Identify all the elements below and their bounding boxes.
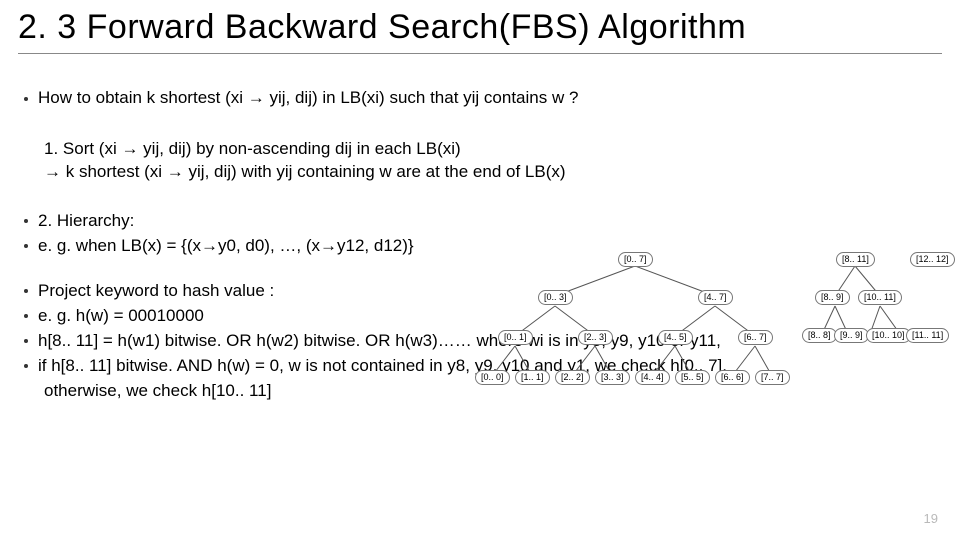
page-number: 19 <box>924 511 938 526</box>
lead-bullet: How to obtain k shortest (xi → yij, dij)… <box>24 88 942 108</box>
b4-text: e. g. h(w) = 00010000 <box>38 306 204 325</box>
bullet-icon <box>24 97 28 101</box>
paragraph-sort: 1. Sort (xi → yij, dij) by non-ascending… <box>44 138 942 184</box>
bullet-icon <box>24 314 28 318</box>
slide: 2. 3 Forward Backward Search(FBS) Algori… <box>0 0 960 540</box>
bullet-icon <box>24 289 28 293</box>
b2-text: e. g. when LB(x) = {(x→y0, d0), …, (x→y1… <box>38 236 414 255</box>
bullet-icon <box>24 339 28 343</box>
bullet-hw: e. g. h(w) = 00010000 <box>24 305 942 328</box>
slide-title: 2. 3 Forward Backward Search(FBS) Algori… <box>18 8 942 47</box>
bullet-h811: h[8.. 11] = h(w1) bitwise. OR h(w2) bitw… <box>24 330 942 353</box>
para1-line1: 1. Sort (xi → yij, dij) by non-ascending… <box>44 138 942 161</box>
bullet-otherwise: otherwise, we check h[10.. 11] <box>44 380 942 403</box>
bullet-icon <box>24 219 28 223</box>
group-hierarchy: 2. Hierarchy: e. g. when LB(x) = {(x→y0,… <box>18 210 942 258</box>
bullet-icon <box>24 364 28 368</box>
b1-text: 2. Hierarchy: <box>38 211 134 230</box>
group-hash: Project keyword to hash value : e. g. h(… <box>18 280 942 403</box>
b6-text: if h[8.. 11] bitwise. AND h(w) = 0, w is… <box>38 356 727 375</box>
b5-text: h[8.. 11] = h(w1) bitwise. OR h(w2) bitw… <box>38 331 721 350</box>
bullet-if: if h[8.. 11] bitwise. AND h(w) = 0, w is… <box>24 355 942 378</box>
title-rule <box>18 53 942 54</box>
bullet-lb-example: e. g. when LB(x) = {(x→y0, d0), …, (x→y1… <box>24 235 942 258</box>
para1-line2: → k shortest (xi → yij, dij) with yij co… <box>44 161 942 184</box>
b3-text: Project keyword to hash value : <box>38 281 274 300</box>
bullet-icon <box>24 244 28 248</box>
lead-text: How to obtain k shortest (xi → yij, dij)… <box>38 88 578 107</box>
bullet-hierarchy: 2. Hierarchy: <box>24 210 942 233</box>
bullet-project: Project keyword to hash value : <box>24 280 942 303</box>
